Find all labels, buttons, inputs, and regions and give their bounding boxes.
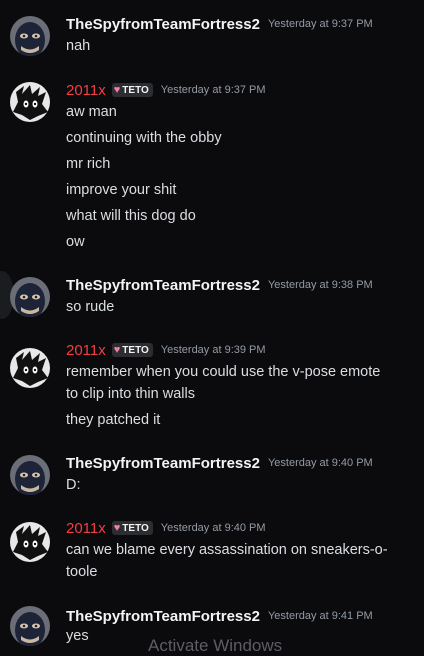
role-tag: ♥ TETO <box>111 83 153 97</box>
message-text: nah <box>66 38 91 54</box>
message-text: they patched it <box>66 412 161 428</box>
message-text: ow <box>66 234 85 250</box>
anime-avatar-icon <box>10 348 50 388</box>
spy-avatar-icon <box>10 455 50 495</box>
username[interactable]: TheSpyfromTeamFortress2 <box>66 16 260 33</box>
avatar[interactable] <box>10 522 50 562</box>
message-text: toole <box>66 564 98 580</box>
anime-avatar-icon <box>10 82 50 122</box>
activation-watermark: Activate Windows <box>148 636 283 655</box>
message-text: continuing with the obby <box>66 130 222 146</box>
avatar[interactable] <box>10 277 50 317</box>
message-text: aw man <box>66 104 117 120</box>
username[interactable]: TheSpyfromTeamFortress2 <box>66 455 260 472</box>
message-text: so rude <box>66 299 115 315</box>
role-tag: ♥ TETO <box>111 343 153 357</box>
message-group: TheSpyfromTeamFortress2 Yesterday at 9:4… <box>0 453 424 497</box>
avatar[interactable] <box>10 348 50 388</box>
avatar[interactable] <box>10 455 50 495</box>
timestamp: Yesterday at 9:40 PM <box>160 522 266 534</box>
heart-icon: ♥ <box>113 522 121 534</box>
message-text: remember when you could use the v-pose e… <box>66 364 381 380</box>
avatar[interactable] <box>10 16 50 56</box>
message-text: what will this dog do <box>66 208 196 224</box>
message-text: can we blame every assassination on snea… <box>66 542 388 558</box>
timestamp: Yesterday at 9:37 PM <box>267 18 373 30</box>
message-text: to clip into thin walls <box>66 386 195 402</box>
username[interactable]: TheSpyfromTeamFortress2 <box>66 277 260 294</box>
username[interactable]: 2011x <box>66 342 106 359</box>
timestamp: Yesterday at 9:40 PM <box>267 457 373 469</box>
message-text: improve your shit <box>66 182 177 198</box>
heart-icon: ♥ <box>113 344 121 356</box>
spy-avatar-icon <box>10 16 50 56</box>
message-text: mr rich <box>66 156 111 172</box>
heart-icon: ♥ <box>113 84 121 96</box>
username[interactable]: 2011x <box>66 82 106 99</box>
message-group: 2011x ♥ TETO Yesterday at 9:37 PM aw man … <box>0 80 424 260</box>
message-group: TheSpyfromTeamFortress2 Yesterday at 9:3… <box>0 275 424 319</box>
spy-avatar-icon <box>10 277 50 317</box>
message-group: 2011x ♥ TETO Yesterday at 9:40 PM can we … <box>0 518 424 582</box>
message-text: yes <box>66 628 89 644</box>
message-group: TheSpyfromTeamFortress2 Yesterday at 9:3… <box>0 14 424 58</box>
timestamp: Yesterday at 9:41 PM <box>267 610 373 622</box>
message-text: D: <box>66 477 81 493</box>
timestamp: Yesterday at 9:37 PM <box>160 84 266 96</box>
timestamp: Yesterday at 9:39 PM <box>160 344 266 356</box>
avatar[interactable] <box>10 606 50 646</box>
role-tag: ♥ TETO <box>111 521 153 535</box>
message-group: 2011x ♥ TETO Yesterday at 9:39 PM remembe… <box>0 340 424 432</box>
spy-avatar-icon <box>10 606 50 646</box>
avatar[interactable] <box>10 82 50 122</box>
username[interactable]: 2011x <box>66 520 106 537</box>
anime-avatar-icon <box>10 522 50 562</box>
username[interactable]: TheSpyfromTeamFortress2 <box>66 608 260 625</box>
timestamp: Yesterday at 9:38 PM <box>267 279 373 291</box>
